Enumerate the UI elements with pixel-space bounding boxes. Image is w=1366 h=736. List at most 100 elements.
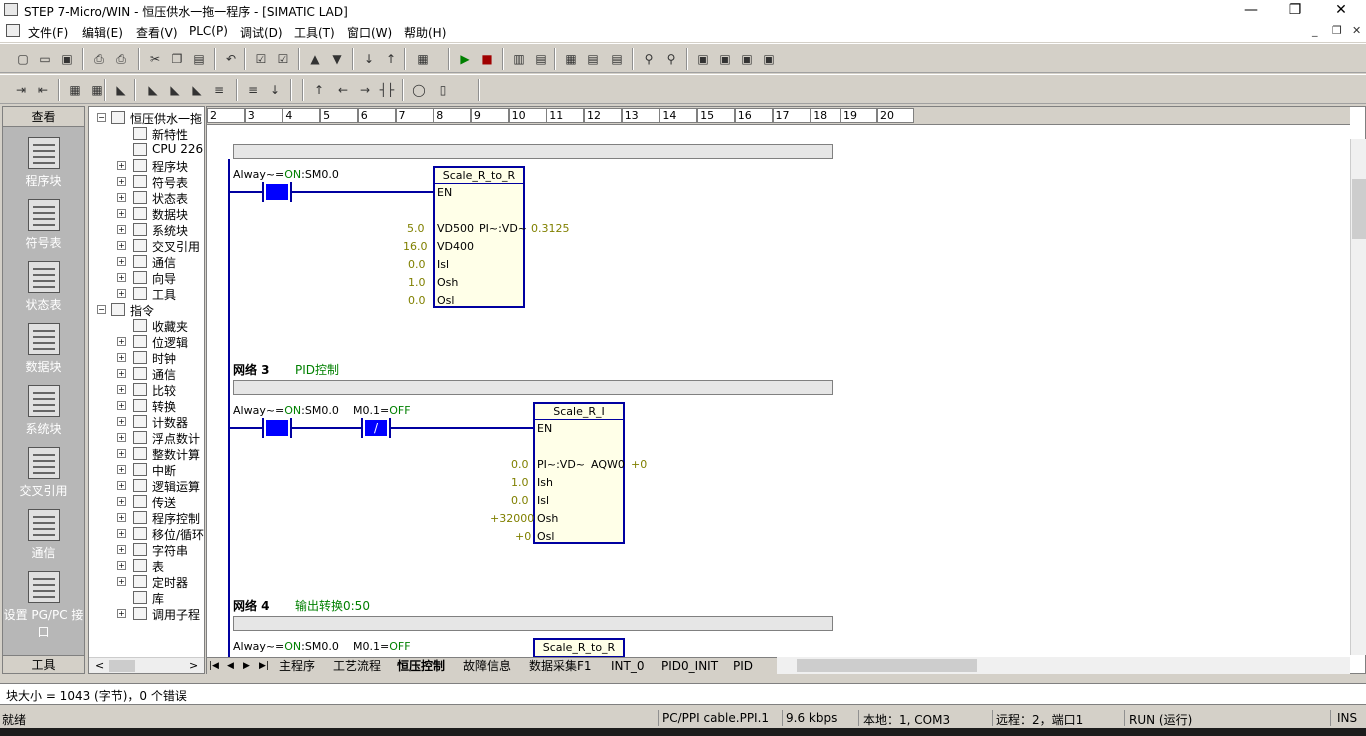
- chart-single-read-icon[interactable]: ▤: [584, 50, 602, 68]
- lock-icon[interactable]: ▣: [694, 50, 712, 68]
- line-up-icon[interactable]: ↑: [310, 81, 328, 99]
- expand-icon[interactable]: +: [117, 161, 126, 170]
- tree-scroll-right-button[interactable]: >: [189, 659, 198, 672]
- collapse-icon[interactable]: −: [97, 113, 106, 122]
- expand-icon[interactable]: +: [117, 449, 126, 458]
- tree-item[interactable]: + 表: [89, 558, 204, 574]
- tree-item[interactable]: + 浮点数计: [89, 430, 204, 446]
- save-icon[interactable]: ▣: [58, 50, 76, 68]
- delete-network-icon[interactable]: ⇤: [34, 81, 52, 99]
- next-bookmark-icon[interactable]: ◣: [144, 81, 162, 99]
- net2-contact-always-on[interactable]: [262, 182, 292, 202]
- expand-icon[interactable]: +: [117, 353, 126, 362]
- compile-all-icon[interactable]: ☑: [274, 50, 292, 68]
- tree-item[interactable]: + 中断: [89, 462, 204, 478]
- menu-file[interactable]: 文件(F): [28, 24, 68, 41]
- network-4-comment[interactable]: 输出转换0:50: [295, 597, 370, 614]
- navbar-item-system-block[interactable]: 系统块: [3, 385, 84, 437]
- expand-icon[interactable]: +: [117, 497, 126, 506]
- expand-icon[interactable]: +: [117, 177, 126, 186]
- tree-item[interactable]: − 指令: [89, 302, 204, 318]
- net3-scale-box[interactable]: Scale_R_I EN PI~:VD~ Ish Isl Osh Osl AQW…: [533, 402, 625, 544]
- compile-icon[interactable]: ☑: [252, 50, 270, 68]
- tab-5[interactable]: INT_0: [611, 659, 644, 674]
- tree-item[interactable]: + 调用子程: [89, 606, 204, 622]
- network-3-title[interactable]: 网络 3: [233, 361, 270, 378]
- contact-icon[interactable]: ┤├: [378, 81, 396, 99]
- menu-view[interactable]: 查看(V): [136, 24, 178, 41]
- download-icon[interactable]: ▼: [328, 50, 346, 68]
- tree-item[interactable]: + 转换: [89, 398, 204, 414]
- tree-item[interactable]: + 时钟: [89, 350, 204, 366]
- menu-edit[interactable]: 编辑(E): [82, 24, 123, 41]
- prev-bookmark-icon[interactable]: ◣: [166, 81, 184, 99]
- tree-item[interactable]: + 通信: [89, 366, 204, 382]
- copy-icon[interactable]: ❐: [168, 50, 186, 68]
- apply-symbols-icon[interactable]: ≡: [210, 81, 228, 99]
- clear-bookmarks-icon[interactable]: ◣: [188, 81, 206, 99]
- upload-icon[interactable]: ▲: [306, 50, 324, 68]
- sort-descending-icon[interactable]: ↑: [382, 50, 400, 68]
- tree-item[interactable]: + 逻辑运算: [89, 478, 204, 494]
- bookmark-icon[interactable]: ◣: [112, 81, 130, 99]
- menu-tools[interactable]: 工具(T): [294, 24, 335, 41]
- trend-icon[interactable]: ▤: [532, 50, 550, 68]
- tree-item[interactable]: + 状态表: [89, 190, 204, 206]
- tree-item[interactable]: + 符号表: [89, 174, 204, 190]
- read-forced-icon[interactable]: ▣: [760, 50, 778, 68]
- expand-icon[interactable]: +: [117, 561, 126, 570]
- menu-plc[interactable]: PLC(P): [189, 24, 228, 38]
- expand-icon[interactable]: +: [117, 609, 126, 618]
- tab-nav-button[interactable]: ◀: [227, 659, 234, 674]
- lad-editor[interactable]: 2 3 4 5 6 7 8 9 10 11 12 13 14 15 16 17 18 19 20 Alway~=ON…: [206, 106, 1366, 674]
- tree-scroll-thumb[interactable]: [109, 660, 135, 672]
- status-chart-icon[interactable]: ▦: [562, 50, 580, 68]
- expand-icon[interactable]: +: [117, 337, 126, 346]
- sort-ascending-icon[interactable]: ↓: [360, 50, 378, 68]
- undo-icon[interactable]: ↶: [222, 50, 240, 68]
- paste-icon[interactable]: ▤: [190, 50, 208, 68]
- line-left-icon[interactable]: ←: [334, 81, 352, 99]
- editor-vertical-scrollbar[interactable]: [1350, 139, 1366, 655]
- unforce-icon[interactable]: ⚲: [662, 50, 680, 68]
- program-status-icon[interactable]: ▥: [510, 50, 528, 68]
- collapse-icon[interactable]: −: [97, 305, 106, 314]
- net3-contact-m0-1-negated[interactable]: /: [361, 418, 391, 438]
- tree-item[interactable]: 库: [89, 590, 204, 606]
- expand-icon[interactable]: +: [117, 465, 126, 474]
- tree-item[interactable]: + 交叉引用: [89, 238, 204, 254]
- box-icon[interactable]: ▯: [434, 81, 452, 99]
- tree-item[interactable]: 新特性: [89, 126, 204, 142]
- tree-scroll-left-button[interactable]: <: [95, 659, 104, 672]
- editor-horizontal-scrollbar[interactable]: [777, 657, 1350, 674]
- network-4-comment-bar[interactable]: [233, 616, 833, 631]
- line-down-icon[interactable]: ↓: [266, 81, 284, 99]
- navbar-item-cross-reference[interactable]: 交叉引用: [3, 447, 84, 499]
- expand-icon[interactable]: +: [117, 577, 126, 586]
- tree-item[interactable]: + 通信: [89, 254, 204, 270]
- tab-nav-button[interactable]: ▶|: [259, 659, 269, 674]
- navbar-item-symbol-table[interactable]: 符号表: [3, 199, 84, 251]
- menu-debug[interactable]: 调试(D): [240, 24, 283, 41]
- toggle-poe-icon[interactable]: ▦: [66, 81, 84, 99]
- mdi-close-button[interactable]: ✕: [1352, 24, 1361, 37]
- vertical-scroll-thumb[interactable]: [1352, 179, 1366, 239]
- cut-icon[interactable]: ✂: [146, 50, 164, 68]
- network-4-title[interactable]: 网络 4: [233, 597, 270, 614]
- expand-icon[interactable]: +: [117, 385, 126, 394]
- close-button[interactable]: ✕: [1318, 0, 1364, 20]
- expand-icon[interactable]: +: [117, 225, 126, 234]
- tab-nav-button[interactable]: |◀: [209, 659, 219, 674]
- coil-icon[interactable]: ◯: [410, 81, 428, 99]
- tree-horizontal-scrollbar[interactable]: < >: [89, 657, 204, 673]
- net4-scale-box[interactable]: Scale_R_to_R: [533, 638, 625, 658]
- print-preview-icon[interactable]: ⎙: [112, 50, 130, 68]
- tree-item[interactable]: + 位逻辑: [89, 334, 204, 350]
- restore-button[interactable]: ❐: [1272, 0, 1318, 20]
- open-icon[interactable]: ▭: [36, 50, 54, 68]
- tree-item[interactable]: + 程序块: [89, 158, 204, 174]
- tree-item[interactable]: + 程序控制: [89, 510, 204, 526]
- chart-write-icon[interactable]: ▤: [608, 50, 626, 68]
- expand-icon[interactable]: +: [117, 529, 126, 538]
- expand-icon[interactable]: +: [117, 433, 126, 442]
